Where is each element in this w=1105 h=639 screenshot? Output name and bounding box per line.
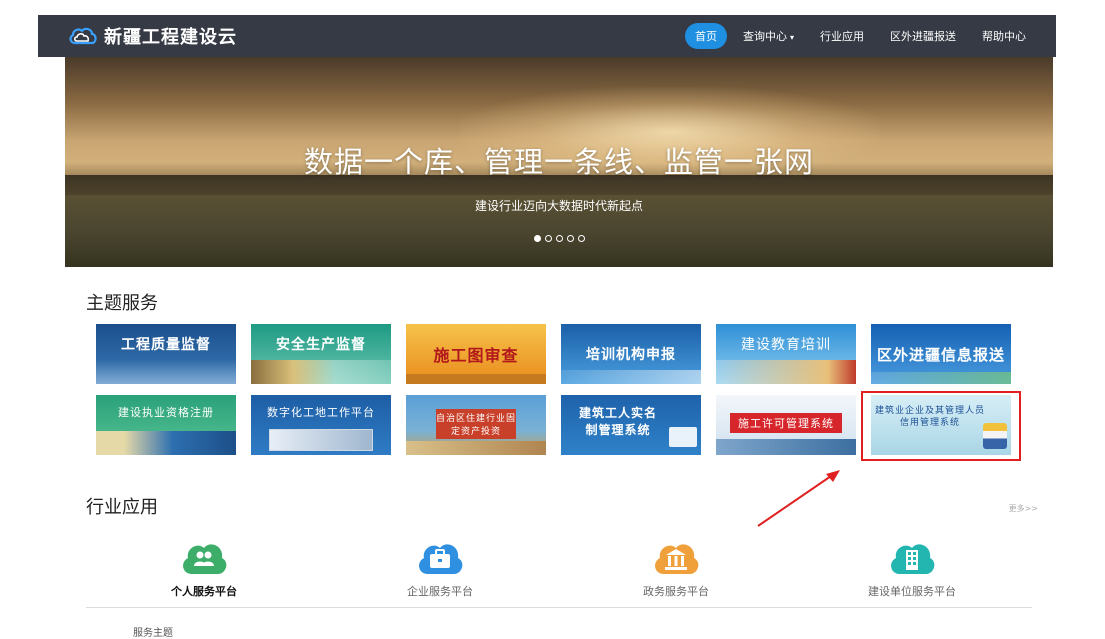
carousel-dot-4[interactable] (566, 235, 574, 242)
tile-quality-supervision[interactable]: 工程质量监督 (96, 324, 236, 384)
brand-logo[interactable]: 新疆工程建设云 (68, 23, 237, 49)
nav-item-query-center-label: 查询中心 (742, 30, 787, 43)
tab-construction-unit-service[interactable]: 建设单位服务平台 (832, 538, 992, 599)
tile-education-training[interactable]: 建设教育培训 (716, 324, 856, 384)
carousel-dot-2[interactable] (544, 235, 552, 242)
city-skyline-icon (96, 360, 236, 384)
tile-label: 建筑工人实名制管理系统 (578, 406, 657, 437)
tile-label: 培训机构申报 (586, 347, 676, 363)
tile-training-declaration[interactable]: 培训机构申报 (561, 324, 701, 384)
more-link[interactable]: 更多>> (1009, 503, 1038, 514)
brand-name: 新疆工程建设云 (104, 27, 237, 48)
city-books-icon (716, 360, 856, 384)
nav-item-home[interactable]: 首页 (684, 23, 727, 49)
banner-title: 数据一个库、管理一条线、监管一张网 (303, 145, 814, 179)
hero-banner[interactable]: 数据一个库、管理一条线、监管一张网 建设行业迈向大数据时代新起点 (65, 57, 1053, 267)
tile-label: 建设执业资格注册 (118, 406, 214, 419)
tile-label: 施工许可管理系统 (730, 413, 842, 433)
building-icon (871, 372, 1011, 384)
chevron-down-icon: ▾ (789, 33, 794, 42)
banner-subtitle: 建设行业迈向大数据时代新起点 (474, 199, 643, 213)
solar-panel-icon (96, 431, 236, 455)
tile-safety-supervision[interactable]: 安全生产监督 (251, 324, 391, 384)
office-building-icon (886, 538, 938, 574)
tab-label: 企业服务平台 (407, 585, 473, 598)
carousel-dots (65, 227, 1053, 246)
tab-enterprise-service[interactable]: 企业服务平台 (360, 538, 520, 599)
industry-apps-title: 行业应用 (86, 497, 158, 518)
tile-label: 施工图审查 (433, 346, 519, 365)
tile-construction-permit[interactable]: 施工许可管理系统 (716, 395, 856, 455)
tile-label: 建设教育培训 (741, 337, 831, 353)
nav-item-help-center[interactable]: 帮助中心 (972, 23, 1036, 49)
tile-fixed-asset-investment[interactable]: 自治区住建行业固定资产投资 (406, 395, 546, 455)
tile-drawing-review[interactable]: 施工图审查 (406, 324, 546, 384)
tile-label: 安全生产监督 (276, 337, 366, 353)
cloud-logo-icon (69, 27, 97, 45)
tab-label: 个人服务平台 (171, 585, 237, 598)
workers-icon (251, 360, 391, 384)
books-icon (561, 370, 701, 384)
screens-icon (269, 429, 373, 451)
red-arrow-icon (757, 470, 840, 527)
tile-digital-site-platform[interactable]: 数字化工地工作平台 (251, 395, 391, 455)
tile-worker-realname[interactable]: 建筑工人实名制管理系统 (561, 395, 701, 455)
nav-item-query-center[interactable]: 查询中心 ▾ (733, 23, 804, 49)
government-building-icon (650, 538, 702, 574)
theme-services-title: 主题服务 (86, 293, 158, 314)
carousel-dot-3[interactable] (555, 235, 563, 242)
blueprint-icon (406, 374, 546, 384)
people-icon (178, 538, 230, 574)
carousel-dot-1[interactable] (533, 235, 541, 242)
tile-label: 区外进疆信息报送 (876, 346, 1005, 364)
tile-label: 数字化工地工作平台 (267, 406, 375, 419)
nav-item-industry-apps[interactable]: 行业应用 (810, 23, 874, 49)
tile-label: 自治区住建行业固定资产投资 (436, 409, 516, 439)
nav-item-external-report[interactable]: 区外进疆报送 (880, 23, 966, 49)
carousel-dot-5[interactable] (577, 235, 585, 242)
id-card-icon (669, 427, 697, 447)
nav-menu: 首页 查询中心 ▾ 行业应用 区外进疆报送 帮助中心 (679, 23, 1036, 49)
tile-external-info-report[interactable]: 区外进疆信息报送 (871, 324, 1011, 384)
tab-personal-service[interactable]: 个人服务平台 (124, 538, 284, 599)
landscape-icon (406, 441, 546, 455)
tab-label: 政务服务平台 (643, 585, 709, 598)
tile-qualification-registration[interactable]: 建设执业资格注册 (96, 395, 236, 455)
highlight-box (861, 391, 1021, 461)
tab-government-service[interactable]: 政务服务平台 (596, 538, 756, 599)
briefcase-icon (414, 538, 466, 574)
tile-label: 工程质量监督 (121, 337, 211, 353)
industry-apps-tabs: 个人服务平台 企业服务平台 政务服务平台 建设单位服务平台 (86, 538, 1032, 608)
tab-label: 建设单位服务平台 (868, 585, 956, 598)
top-nav: 新疆工程建设云 首页 查询中心 ▾ 行业应用 区外进疆报送 帮助中心 (38, 15, 1056, 57)
compass-icon (716, 439, 856, 455)
